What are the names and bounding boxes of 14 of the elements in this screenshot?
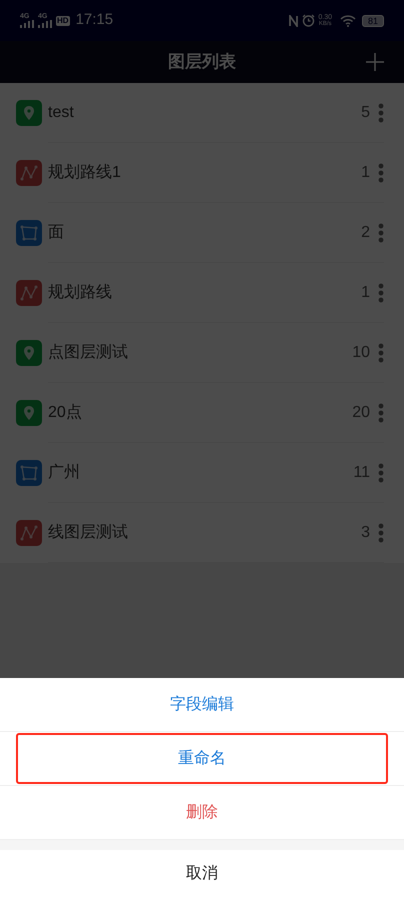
- layer-name: test: [48, 102, 75, 122]
- action-item[interactable]: 重命名: [16, 733, 388, 784]
- clock-time: 17:15: [76, 10, 114, 30]
- cancel-button[interactable]: 取消: [0, 850, 404, 897]
- layer-name: 广州: [48, 462, 81, 482]
- layer-name: 规划路线1: [48, 162, 122, 182]
- action-item[interactable]: 字段编辑: [16, 678, 388, 731]
- layer-name: 点图层测试: [48, 342, 129, 362]
- layer-name: 20点: [48, 402, 83, 422]
- action-item[interactable]: 删除: [16, 786, 388, 839]
- layer-name: 线图层测试: [48, 522, 129, 542]
- layer-name: 规划路线: [48, 282, 113, 302]
- layer-name: 面: [48, 222, 65, 242]
- page-title: 图层列表: [168, 51, 236, 74]
